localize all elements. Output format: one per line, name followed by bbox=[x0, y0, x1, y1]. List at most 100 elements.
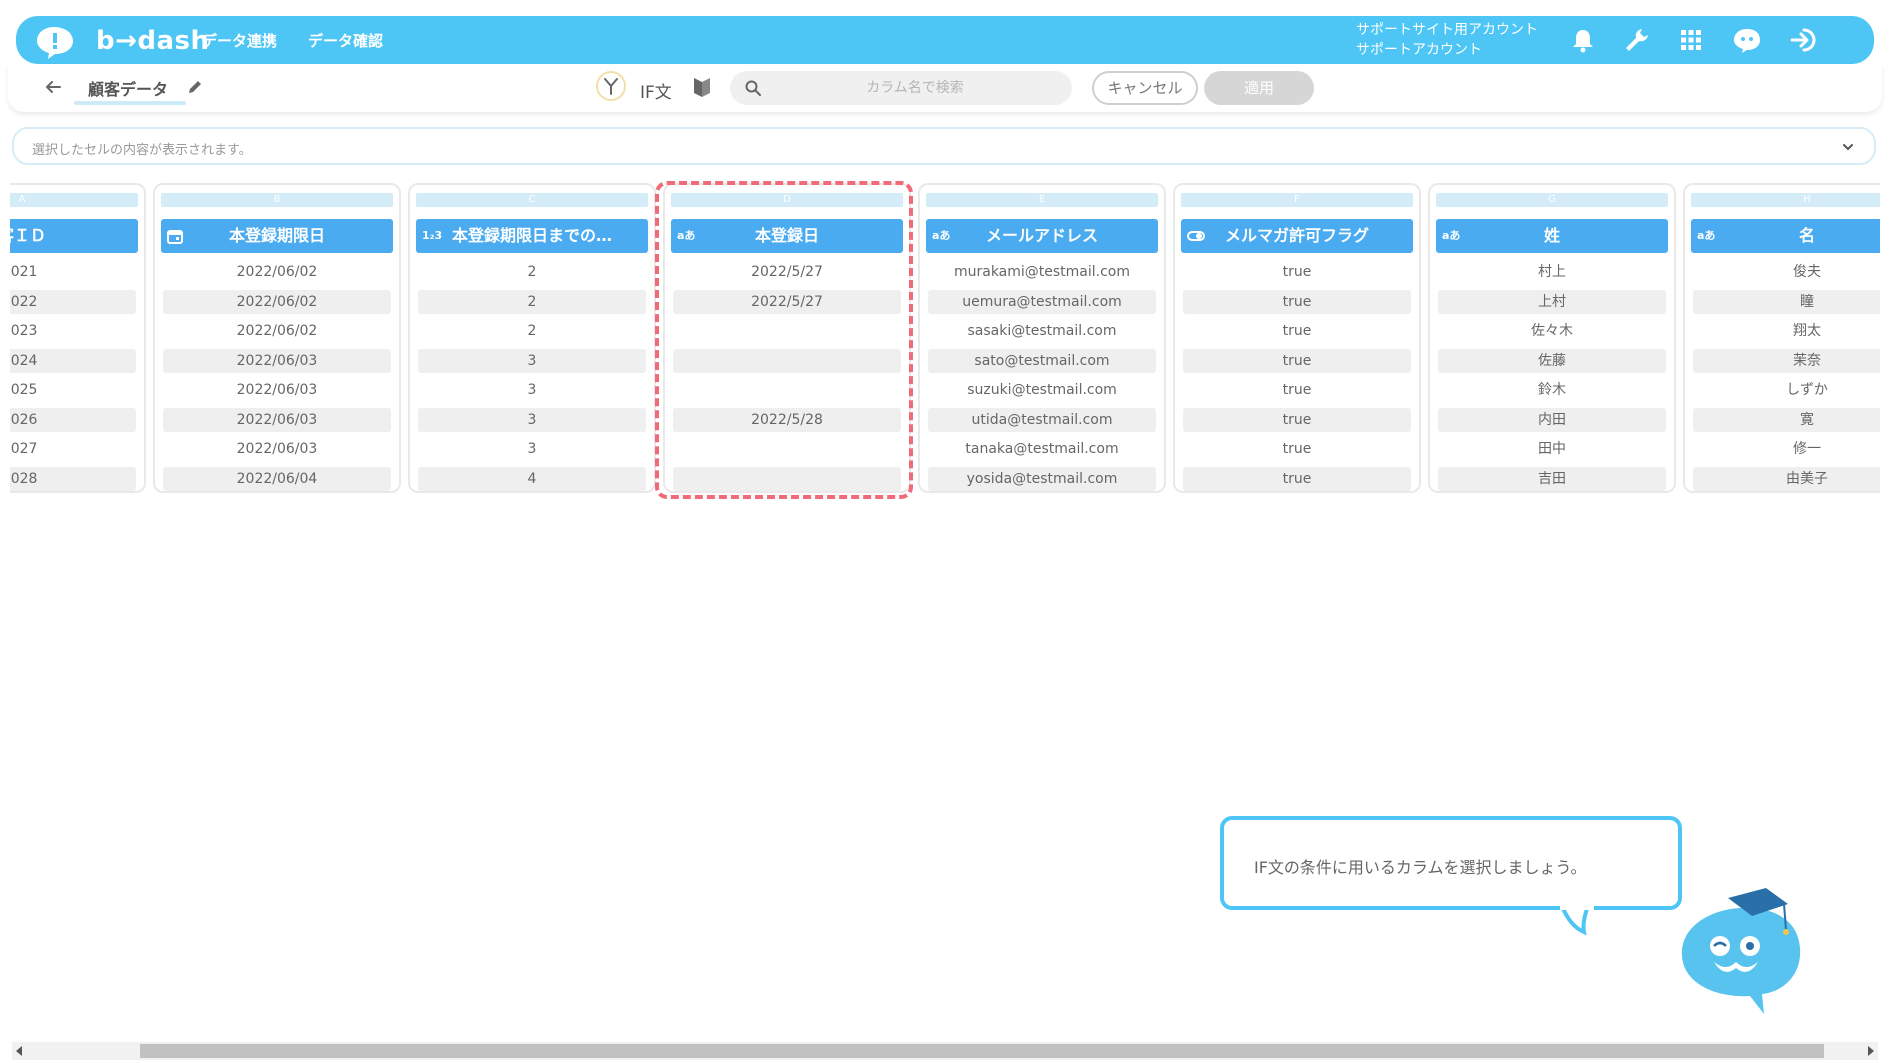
grid-cell[interactable]: 由美子 bbox=[1693, 466, 1880, 491]
grid-cell[interactable]: 2022/06/02 bbox=[163, 289, 391, 314]
nav-data-integration[interactable]: データ連携 bbox=[202, 30, 277, 51]
grid-cell[interactable]: uemura@testmail.com bbox=[928, 289, 1156, 314]
grid-column[interactable]: B 本登録期限日 2022/06/02 2022/06/02 2022/06/02 202… bbox=[153, 183, 401, 493]
grid-cell[interactable]: 2022/06/03 bbox=[163, 407, 391, 432]
grid-cell[interactable]: 3 bbox=[418, 437, 646, 461]
grid-cell[interactable] bbox=[673, 466, 901, 491]
bdash-logo[interactable]: b→dash bbox=[34, 24, 209, 59]
grid-cell[interactable] bbox=[673, 378, 901, 402]
pencil-icon[interactable] bbox=[186, 78, 204, 96]
grid-column[interactable]: C 1₂3 本登録期限日までの… 2 2 2 3 3 3 3 4 bbox=[408, 183, 656, 493]
grid-cell[interactable]: 佐藤 bbox=[1438, 348, 1666, 373]
grid-cell[interactable] bbox=[673, 348, 901, 373]
grid-cell[interactable]: 2 bbox=[418, 319, 646, 343]
grid-cell[interactable]: true bbox=[1183, 348, 1411, 373]
grid-cell[interactable]: 3 bbox=[418, 348, 646, 373]
nav-data-check[interactable]: データ確認 bbox=[308, 30, 383, 51]
grid-cell[interactable]: true bbox=[1183, 260, 1411, 284]
grid-cell[interactable]: I028 bbox=[10, 466, 136, 491]
grid-cell[interactable]: I024 bbox=[10, 348, 136, 373]
grid-cell[interactable]: true bbox=[1183, 378, 1411, 402]
bell-icon[interactable] bbox=[1568, 25, 1598, 55]
grid-cell[interactable]: I026 bbox=[10, 407, 136, 432]
grid-cell[interactable]: true bbox=[1183, 466, 1411, 491]
grid-column[interactable]: F メルマガ許可フラグ true true true true true true true tr… bbox=[1173, 183, 1421, 493]
grid-cell[interactable]: 上村 bbox=[1438, 289, 1666, 314]
chevron-down-icon[interactable] bbox=[1840, 139, 1856, 155]
beginner-mark-icon[interactable] bbox=[692, 75, 712, 99]
apply-button[interactable]: 適用 bbox=[1204, 71, 1314, 105]
grid-cell[interactable]: yosida@testmail.com bbox=[928, 466, 1156, 491]
grid-cell[interactable]: true bbox=[1183, 407, 1411, 432]
grid-cell[interactable]: true bbox=[1183, 289, 1411, 314]
grid-cell[interactable]: true bbox=[1183, 319, 1411, 343]
grid-column[interactable]: Eaあ メールアドレス murakami@testmail.com uemura@te… bbox=[918, 183, 1166, 493]
cancel-button[interactable]: キャンセル bbox=[1092, 71, 1198, 105]
scroll-left-arrow-icon[interactable] bbox=[16, 1046, 22, 1056]
grid-cell[interactable]: I027 bbox=[10, 437, 136, 461]
back-arrow-icon[interactable] bbox=[42, 76, 64, 98]
grid-cell[interactable]: 俊夫 bbox=[1693, 260, 1880, 284]
account-info[interactable]: サポートサイト用アカウント サポートアカウント bbox=[1356, 20, 1538, 60]
grid-cell[interactable]: murakami@testmail.com bbox=[928, 260, 1156, 284]
grid-column[interactable]: Daあ 本登録日 2022/5/27 2022/5/27 2022/5/28 bbox=[663, 183, 911, 493]
grid-cell[interactable]: 2022/06/02 bbox=[163, 319, 391, 343]
grid-column[interactable]: A 客ＩＤ I021 I022 I023 I024 I025 I026 I027 I028 bbox=[10, 183, 146, 493]
column-header[interactable]: 本登録期限日 bbox=[161, 219, 393, 253]
horizontal-scrollbar[interactable] bbox=[12, 1042, 1878, 1060]
grid-cell[interactable]: 吉田 bbox=[1438, 466, 1666, 491]
column-header[interactable]: aあ 姓 bbox=[1436, 219, 1668, 253]
grid-cell[interactable]: 2022/06/03 bbox=[163, 348, 391, 373]
grid-cell[interactable]: I025 bbox=[10, 378, 136, 402]
grid-cell[interactable]: 修一 bbox=[1693, 437, 1880, 461]
grid-cell[interactable]: 佐々木 bbox=[1438, 319, 1666, 343]
grid-cell[interactable]: 内田 bbox=[1438, 407, 1666, 432]
column-header[interactable]: 1₂3 本登録期限日までの… bbox=[416, 219, 648, 253]
grid-cell[interactable]: suzuki@testmail.com bbox=[928, 378, 1156, 402]
grid-cell[interactable]: 寛 bbox=[1693, 407, 1880, 432]
wrench-icon[interactable] bbox=[1622, 25, 1652, 55]
grid-cell[interactable]: sato@testmail.com bbox=[928, 348, 1156, 373]
grid-column[interactable]: Haあ 名俊夫瞳翔太 茉奈 しずか寛修一 由美子 bbox=[1683, 183, 1880, 493]
support-mascot-icon[interactable] bbox=[1732, 25, 1762, 55]
grid-cell[interactable]: 2 bbox=[418, 260, 646, 284]
grid-cell[interactable]: utida@testmail.com bbox=[928, 407, 1156, 432]
scroll-right-arrow-icon[interactable] bbox=[1868, 1046, 1874, 1056]
grid-cell[interactable]: sasaki@testmail.com bbox=[928, 319, 1156, 343]
grid-cell[interactable]: 2 bbox=[418, 289, 646, 314]
search-input[interactable] bbox=[790, 77, 1040, 99]
grid-cell[interactable]: 2022/06/03 bbox=[163, 437, 391, 461]
column-header[interactable]: 客ＩＤ bbox=[10, 219, 138, 253]
grid-cell[interactable]: I022 bbox=[10, 289, 136, 314]
grid-cell[interactable]: 瞳 bbox=[1693, 289, 1880, 314]
grid-column[interactable]: Gaあ 姓村上 上村 佐々木 佐藤 鈴木 内田 田中 吉田 bbox=[1428, 183, 1676, 493]
grid-cell[interactable]: 2022/06/04 bbox=[163, 466, 391, 491]
grid-cell[interactable]: 2022/5/27 bbox=[673, 260, 901, 284]
cell-preview-bar[interactable]: 選択したセルの内容が表示されます。 bbox=[12, 127, 1876, 165]
grid-cell[interactable]: 2022/06/03 bbox=[163, 378, 391, 402]
grid-cell[interactable]: I021 bbox=[10, 260, 136, 284]
grid-cell[interactable]: 2022/06/02 bbox=[163, 260, 391, 284]
grid-cell[interactable]: 3 bbox=[418, 378, 646, 402]
grid-cell[interactable]: 村上 bbox=[1438, 260, 1666, 284]
grid-cell[interactable]: 4 bbox=[418, 466, 646, 491]
grid-cell[interactable]: 2022/5/28 bbox=[673, 407, 901, 432]
grid-cell[interactable]: true bbox=[1183, 437, 1411, 461]
grid-cell[interactable]: 翔太 bbox=[1693, 319, 1880, 343]
grid-cell[interactable] bbox=[673, 319, 901, 343]
logout-icon[interactable] bbox=[1788, 25, 1818, 55]
column-header[interactable]: aあ 名 bbox=[1691, 219, 1880, 253]
grid-cell[interactable]: I023 bbox=[10, 319, 136, 343]
grid-cell[interactable]: 茉奈 bbox=[1693, 348, 1880, 373]
grid-cell[interactable] bbox=[673, 437, 901, 461]
column-header[interactable]: メルマガ許可フラグ bbox=[1181, 219, 1413, 253]
column-header[interactable]: aあ 本登録日 bbox=[671, 219, 903, 253]
apps-grid-icon[interactable] bbox=[1676, 25, 1706, 55]
column-header[interactable]: aあ メールアドレス bbox=[926, 219, 1158, 253]
grid-cell[interactable]: tanaka@testmail.com bbox=[928, 437, 1156, 461]
column-search[interactable] bbox=[730, 71, 1072, 105]
grid-cell[interactable]: 2022/5/27 bbox=[673, 289, 901, 314]
grid-cell[interactable]: 鈴木 bbox=[1438, 378, 1666, 402]
grid-cell[interactable]: 田中 bbox=[1438, 437, 1666, 461]
grid-cell[interactable]: しずか bbox=[1693, 378, 1880, 402]
